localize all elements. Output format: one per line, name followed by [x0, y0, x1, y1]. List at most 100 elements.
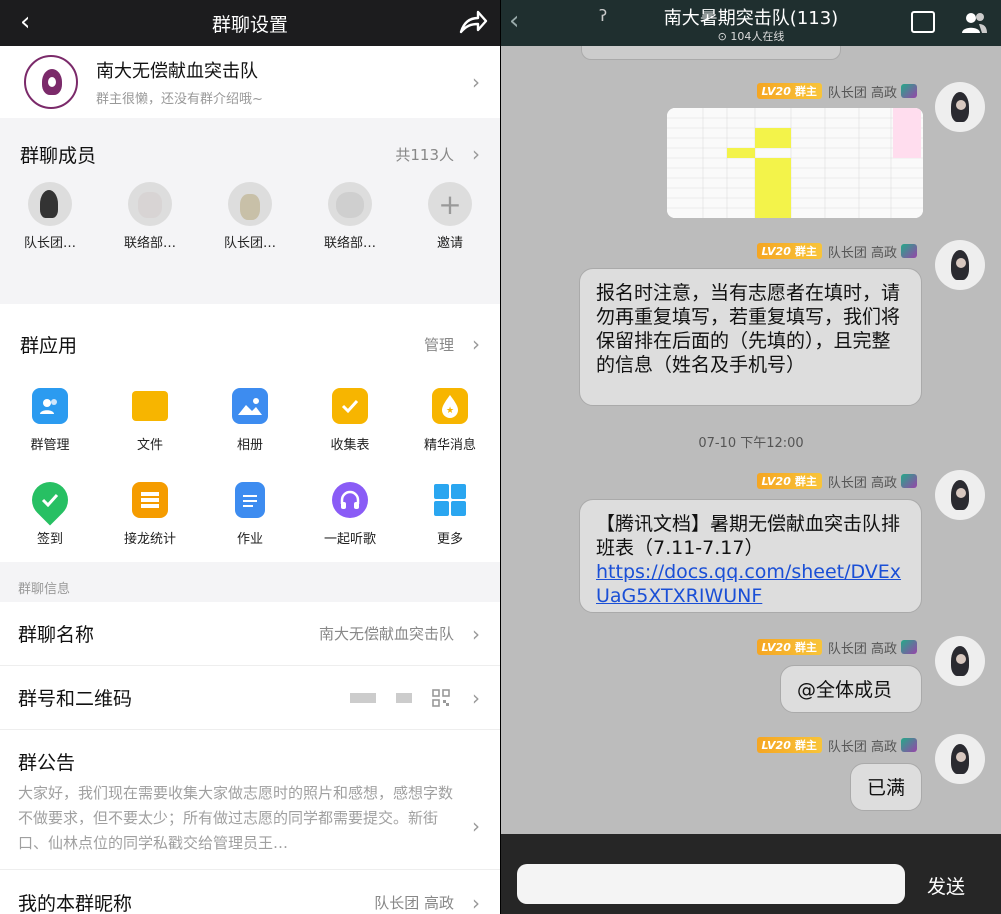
chevron-right-icon: ›: [472, 332, 480, 356]
member-item[interactable]: 联络部…: [300, 182, 400, 256]
members-title: 群聊成员: [20, 144, 97, 167]
chevron-right-icon: ›: [472, 814, 480, 838]
app-label: 接龙统计: [123, 532, 176, 547]
group-profile-row[interactable]: 南大无偿献血突击队 群主很懒，还没有群介绍哦~ ›: [0, 46, 500, 118]
message-bubble[interactable]: 【腾讯文档】暑期无偿献血突击队排班表（7.11-7.17） https://do…: [579, 499, 922, 613]
avatar[interactable]: [935, 240, 985, 290]
sender-name: 队长团 高政: [827, 475, 897, 491]
app-highlights[interactable]: ★ 精华消息: [400, 388, 500, 468]
member-item[interactable]: 队长团…: [200, 182, 300, 256]
manage-link[interactable]: 管理: [424, 334, 454, 355]
app-form[interactable]: 收集表: [300, 388, 400, 468]
row-label: 群聊名称: [18, 624, 95, 646]
app-relay-stats[interactable]: 接龙统计: [100, 482, 200, 562]
timestamp: 07-10 下午12:00: [698, 436, 804, 451]
row-label: 群号和二维码: [18, 688, 133, 710]
dragon-icon: [901, 84, 917, 98]
message-bubble[interactable]: 已满: [850, 763, 922, 811]
app-files[interactable]: 文件: [100, 388, 200, 468]
previous-bubble-edge: [581, 46, 841, 60]
app-label: 相册: [236, 438, 263, 453]
app-more[interactable]: 更多: [400, 482, 500, 562]
member-item[interactable]: 队长团…: [0, 182, 100, 256]
member-list: 队长团… 联络部… 队长团… 联络部… + 邀请: [0, 182, 500, 256]
calendar-check-icon[interactable]: [911, 11, 935, 33]
group-chat-panel: ‹ ʔ 南大暑期突击队(113) ⊙ 104人在线 LV20群主 队长团 高政: [501, 0, 1001, 914]
message-list: LV20 群主 队长团 高政 LV20 群主 队长团 高政 报名时注意，当有志愿…: [501, 46, 1001, 834]
app-label: 精华消息: [423, 438, 476, 453]
sender-name: 队长团 高政: [827, 245, 897, 261]
sender-meta: LV20 群主 队长团 高政: [756, 638, 917, 657]
app-album[interactable]: 相册: [200, 388, 300, 468]
sender-meta: LV20 群主 队长团 高政: [756, 82, 917, 101]
avatar[interactable]: [935, 734, 985, 784]
avatar[interactable]: [935, 470, 985, 520]
invite-button[interactable]: + 邀请: [400, 182, 500, 256]
back-icon[interactable]: ‹: [20, 8, 30, 36]
info-caption: 群聊信息: [18, 582, 71, 597]
sender-meta: LV20 群主 队长团 高政: [756, 736, 917, 755]
group-settings-panel: ‹ 群聊设置 南大无偿献血突击队 群主很懒，还没有群介绍哦~ › 群聊成员 共1…: [0, 0, 500, 914]
redacted-number: [350, 692, 376, 703]
my-nickname-row[interactable]: 我的本群昵称 队长团 高政 ›: [0, 870, 500, 914]
app-group-manage[interactable]: 群管理: [0, 388, 100, 468]
apps-header[interactable]: 群应用 管理 ›: [0, 304, 500, 384]
chevron-right-icon: ›: [472, 70, 480, 94]
send-button[interactable]: 发送: [927, 872, 965, 899]
chevron-right-icon: ›: [472, 685, 480, 710]
level-badge: LV20 群主: [756, 243, 822, 259]
row-value: 南大无偿献血突击队: [318, 625, 454, 643]
group-logo: [24, 55, 78, 109]
group-members-icon[interactable]: [961, 10, 987, 34]
member-name: 联络部…: [323, 236, 376, 251]
member-name: 队长团…: [23, 236, 76, 251]
members-section: 群聊成员 共113人 › 队长团… 联络部… 队长团… 联络部… + 邀请: [0, 126, 500, 304]
message-bubble[interactable]: 报名时注意，当有志愿者在填时，请勿再重复填写，若重复填写，我们将保留排在后面的（…: [579, 268, 922, 406]
apps-title: 群应用: [20, 334, 78, 357]
sender-meta: LV20 群主 队长团 高政: [756, 472, 917, 491]
app-checkin[interactable]: 签到: [0, 474, 100, 562]
members-header[interactable]: 群聊成员 共113人 ›: [0, 126, 500, 182]
app-label: 更多: [436, 532, 463, 547]
avatar[interactable]: [935, 636, 985, 686]
chevron-right-icon: ›: [472, 890, 480, 914]
member-item[interactable]: 联络部…: [100, 182, 200, 256]
app-label: 一起听歌: [323, 532, 376, 547]
invite-label: 邀请: [436, 236, 463, 251]
app-listen-together[interactable]: 一起听歌: [300, 482, 400, 562]
apps-section: 群应用 管理 › 群管理 文件 相册 收集表 ★ 精华消息 签到 接龙统计 作业…: [0, 304, 500, 562]
composer-bar: 发送: [501, 834, 1001, 914]
level-badge: LV20 群主: [756, 83, 822, 99]
settings-topbar: ‹ 群聊设置: [0, 0, 500, 46]
group-name: 南大无偿献血突击队: [96, 61, 258, 82]
member-name: 队长团…: [223, 236, 276, 251]
message-input[interactable]: [517, 864, 905, 904]
sender-name: 队长团 高政: [827, 85, 897, 101]
doc-title: 【腾讯文档】暑期无偿献血突击队排班表（7.11-7.17）: [596, 513, 901, 559]
chevron-right-icon: ›: [472, 142, 480, 166]
group-description: 群主很懒，还没有群介绍哦~: [96, 92, 263, 107]
app-label: 签到: [36, 532, 63, 547]
group-notice-row[interactable]: 群公告 大家好，我们现在需要收集大家做志愿时的照片和感想，感想字数不做要求，但不…: [0, 730, 500, 870]
document-icon: [235, 482, 265, 518]
group-qr-row[interactable]: 群号和二维码 ›: [0, 666, 500, 730]
plus-icon: +: [428, 182, 472, 226]
app-homework[interactable]: 作业: [200, 482, 300, 562]
qr-code-icon: [432, 688, 450, 707]
dragon-icon: [901, 640, 917, 654]
chevron-right-icon: ›: [472, 621, 480, 646]
group-name-row[interactable]: 群聊名称 南大无偿献血突击队 ›: [0, 602, 500, 666]
shared-image[interactable]: [667, 108, 923, 218]
sender-meta: LV20 群主 队长团 高政: [756, 242, 917, 261]
dragon-icon: [901, 244, 917, 258]
list-icon: [132, 482, 168, 518]
image-icon: [232, 388, 268, 424]
level-badge: LV20 群主: [756, 737, 822, 753]
doc-link[interactable]: https://docs.qq.com/sheet/DVExUaG5XTXRIW…: [596, 561, 901, 607]
location-check-icon: [24, 474, 76, 526]
app-label: 收集表: [330, 438, 370, 453]
avatar[interactable]: [935, 82, 985, 132]
people-icon: [32, 388, 68, 424]
share-icon[interactable]: [458, 8, 488, 36]
message-bubble[interactable]: @全体成员: [780, 665, 922, 713]
